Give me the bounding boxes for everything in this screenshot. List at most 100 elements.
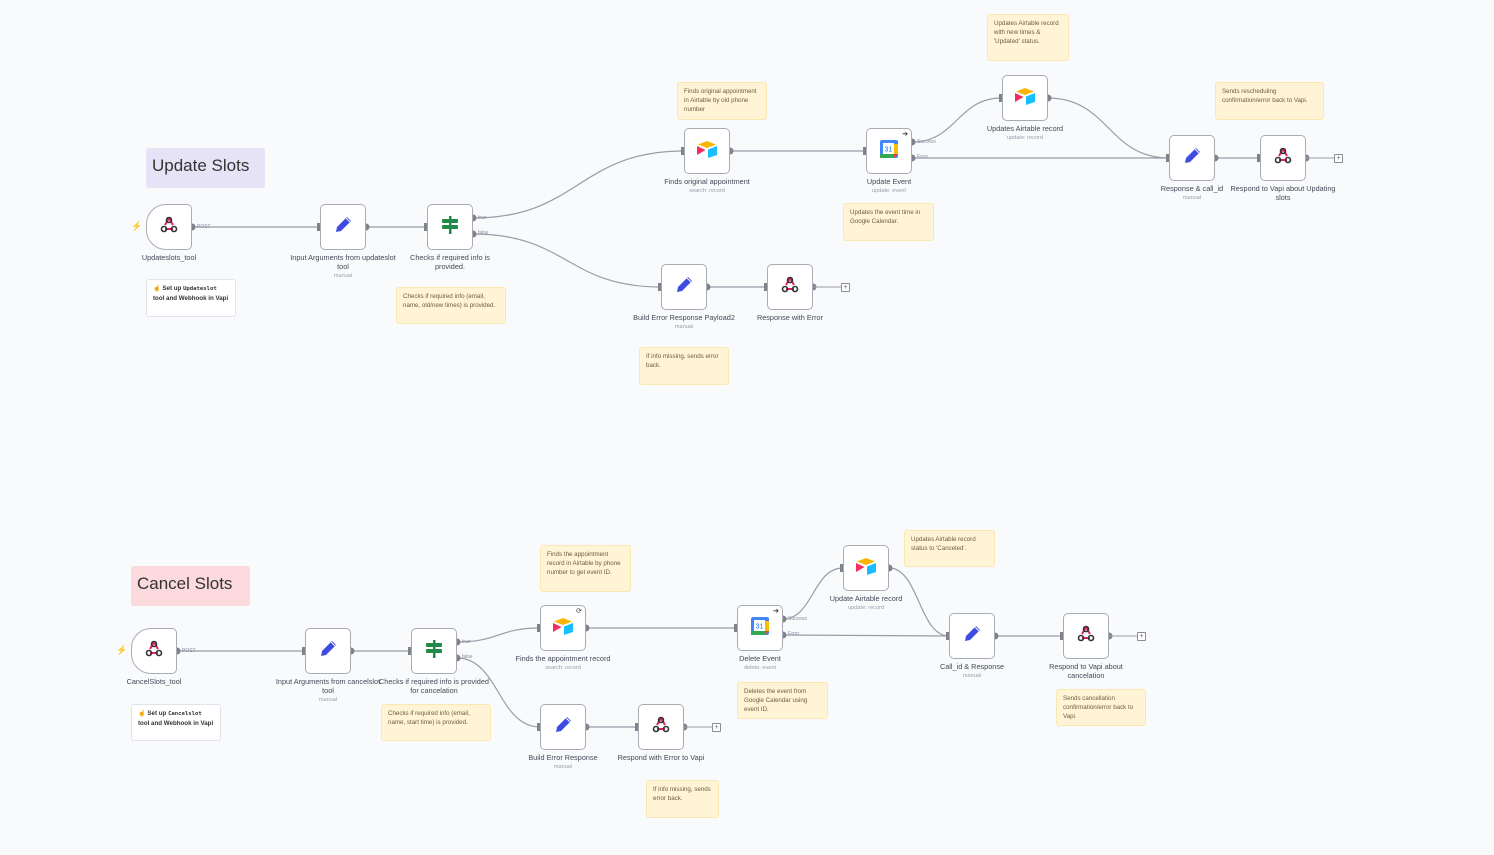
port-label-false: false: [462, 654, 473, 660]
sticky-note-find2[interactable]: Finds the appointment record in Airtable…: [540, 545, 631, 592]
sticky-note-err2[interactable]: If info missing, sends error back.: [646, 780, 719, 818]
connections-layer: [173, 94, 1334, 731]
node-vapi1[interactable]: [1260, 135, 1306, 181]
node-label: Update Event update: event: [834, 177, 944, 196]
sticky-note-setup1[interactable]: ☝ Set up Updateslot tool and Webhook in …: [146, 279, 236, 317]
note-code: Cancelslot: [168, 711, 202, 717]
note-text: ☝ Set up: [138, 710, 169, 717]
node-label: CancelSlots_tool: [99, 677, 209, 686]
signpost-icon: [424, 639, 444, 664]
node-delevent[interactable]: 31 ➔: [737, 605, 783, 651]
add-node-button[interactable]: +: [712, 723, 721, 732]
port-label-success: Success: [788, 616, 807, 622]
node-title: Checks if required info is provided.: [410, 253, 490, 271]
node-title: Build Error Response: [528, 753, 598, 762]
airtable-icon: [855, 557, 877, 580]
node-title: Input Arguments from cancelslot tool: [275, 677, 381, 695]
node-title: Build Error Response Payload2: [633, 313, 735, 322]
node-subtitle: delete: event: [743, 665, 777, 671]
add-node-button[interactable]: +: [1137, 632, 1146, 641]
webhook-icon: [651, 716, 671, 739]
airtable-icon: [552, 617, 574, 640]
node-updair[interactable]: [1002, 75, 1048, 121]
pencil-icon: [1182, 146, 1202, 171]
trigger-bolt-icon: ⚡: [116, 645, 128, 655]
node-title: Input Arguments from updateslot tool: [290, 253, 396, 271]
node-title: Response with Error: [756, 313, 824, 322]
pencil-icon: [318, 639, 338, 664]
port-label-false: false: [478, 230, 489, 236]
node-title: Update Event: [866, 177, 912, 186]
node-webhook2[interactable]: [131, 628, 177, 674]
node-webhook1[interactable]: [146, 204, 192, 250]
node-callresp[interactable]: [949, 613, 995, 659]
sticky-note-check1[interactable]: Checks if required info (email, name, ol…: [396, 287, 506, 324]
node-input2[interactable]: [305, 628, 351, 674]
note-code: Updateslot: [183, 286, 217, 292]
node-resperr2[interactable]: [638, 704, 684, 750]
node-input1[interactable]: [320, 204, 366, 250]
arrow-right-icon: ➔: [902, 131, 908, 138]
node-subtitle: update: event: [872, 188, 906, 194]
node-resp1[interactable]: [1169, 135, 1215, 181]
sticky-title-update[interactable]: Update Slots: [146, 148, 265, 188]
sticky-note-resp1[interactable]: Sends rescheduling confirmation/error ba…: [1215, 82, 1324, 120]
node-label: Delete Event delete: event: [705, 654, 815, 673]
node-title: Finds the appointment record: [515, 654, 611, 663]
node-find1[interactable]: [684, 128, 730, 174]
add-node-button[interactable]: +: [841, 283, 850, 292]
port-label-error: Error: [917, 154, 929, 160]
node-subtitle: manual: [318, 697, 338, 703]
refresh-icon: ⟳: [576, 608, 582, 615]
airtable-icon: [696, 140, 718, 163]
node-title: Updates Airtable record: [986, 124, 1064, 133]
sticky-note-err1[interactable]: If info missing, sends error back.: [639, 347, 729, 385]
node-builderr2[interactable]: [540, 704, 586, 750]
node-title: Updateslots_tool: [141, 253, 197, 262]
node-resperr1[interactable]: [767, 264, 813, 310]
add-node-button[interactable]: +: [1334, 154, 1343, 163]
node-title: Checks if required info is provided for …: [379, 677, 489, 695]
node-label: Updates Airtable record update: record: [970, 124, 1080, 143]
node-label: Checks if required info is provided for …: [379, 677, 489, 695]
node-updevent[interactable]: 31 ➔: [866, 128, 912, 174]
node-title: CancelSlots_tool: [126, 677, 182, 686]
node-find2[interactable]: ⟳: [540, 605, 586, 651]
sticky-title-cancel[interactable]: Cancel Slots: [131, 566, 250, 606]
node-vapi2[interactable]: [1063, 613, 1109, 659]
pencil-icon: [962, 624, 982, 649]
node-label: Update Airtable record update: record: [811, 594, 921, 613]
note-text: tool and Webhook in Vapi: [153, 295, 229, 302]
node-if1[interactable]: [427, 204, 473, 250]
sticky-note-setup2[interactable]: ☝ Set up Cancelslot tool and Webhook in …: [131, 704, 221, 741]
node-label: Input Arguments from cancelslot tool manu…: [273, 677, 383, 705]
svg-text:31: 31: [885, 146, 893, 153]
port-label: POST: [182, 648, 196, 654]
connection-delevent-callresp[interactable]: [782, 634, 950, 637]
sticky-note-updair[interactable]: Updates Airtable record with new times &…: [987, 14, 1069, 61]
node-title: Respond to Vapi about Updating slots: [1230, 184, 1336, 202]
sticky-note-updevent[interactable]: Updates the event time in Google Calenda…: [843, 203, 934, 241]
sticky-note-del[interactable]: Deletes the event from Google Calendar u…: [737, 682, 828, 719]
webhook-icon: [1076, 625, 1096, 648]
node-subtitle: update: record: [847, 605, 885, 611]
node-label: Checks if required info is provided.: [395, 253, 505, 271]
sticky-note-find1[interactable]: Finds original appointment in Airtable b…: [677, 82, 767, 120]
node-subtitle: update: record: [1006, 135, 1044, 141]
node-label: Respond to Vapi about cancelation: [1031, 662, 1141, 680]
port-label-error: Error: [788, 631, 800, 637]
node-title: Call_id & Response: [939, 662, 1005, 671]
port-label-true: true: [462, 639, 471, 645]
sticky-note-cancelresp[interactable]: Sends cancellation confirmation/error ba…: [1056, 689, 1146, 726]
node-builderr1[interactable]: [661, 264, 707, 310]
sticky-note-check2[interactable]: Checks if required info (email, name, st…: [381, 704, 491, 741]
sticky-note-updair2[interactable]: Updates Airtable record status to 'Cance…: [904, 530, 995, 567]
node-label: Input Arguments from updateslot tool manu…: [288, 253, 398, 281]
node-if2[interactable]: [411, 628, 457, 674]
node-title: Response & call_id: [1160, 184, 1224, 193]
node-title: Update Airtable record: [829, 594, 903, 603]
pencil-icon: [553, 715, 573, 740]
pencil-icon: [333, 215, 353, 240]
node-updair2[interactable]: [843, 545, 889, 591]
note-text: ☝ Set up: [153, 285, 184, 292]
